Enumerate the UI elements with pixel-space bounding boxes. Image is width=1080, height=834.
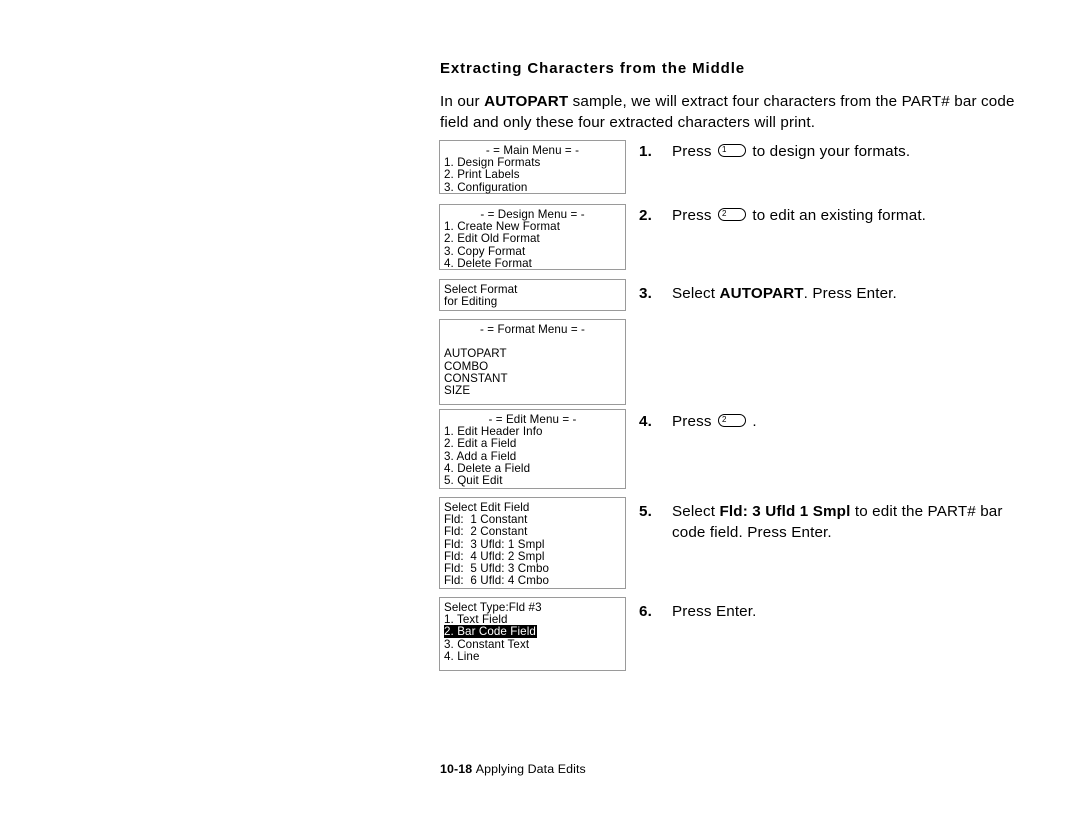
page-title: Extracting Characters from the Middle	[440, 60, 746, 77]
lcd-screen-main-menu: - = Main Menu = - 1. Design Formats 2. P…	[439, 140, 626, 194]
step-text-after-key: to design your formats.	[747, 143, 911, 160]
step-text-before-key: Press	[672, 413, 716, 430]
lcd-line: Fld: 2 Constant	[444, 525, 528, 539]
lcd-screen-edit-menu: - = Edit Menu = - 1. Edit Header Info 2.…	[439, 409, 626, 489]
step-body: Press Enter.	[672, 601, 1029, 622]
step-text-after-key: .	[747, 413, 757, 430]
step-item: 2. Press 2 to edit an existing format.	[639, 205, 1029, 226]
step-text: Press Enter.	[672, 603, 757, 620]
lcd-line: Fld: 3 Ufld: 1 Smpl	[444, 537, 545, 551]
key-icon: 2	[717, 414, 746, 427]
lcd-screen-format-menu: - = Format Menu = - AUTOPART COMBO CONST…	[439, 319, 626, 405]
step-number: 6.	[639, 603, 652, 620]
step-body: Select AUTOPART. Press Enter.	[672, 283, 1029, 304]
lcd-screen-select-edit-field: Select Edit Field Fld: 1 Constant Fld: 2…	[439, 497, 626, 589]
step-number: 5.	[639, 503, 652, 520]
lcd-line: 3. Configuration	[444, 180, 528, 194]
step-text-before-bold: Select	[672, 503, 720, 520]
footer-section-title: Applying Data Edits	[475, 762, 586, 776]
lcd-line: SIZE	[444, 384, 471, 397]
lcd-line: 3. Constant Text	[444, 637, 530, 651]
step-body: Press 1 to design your formats.	[672, 141, 1029, 162]
lcd-screen-design-menu: - = Design Menu = - 1. Create New Format…	[439, 204, 626, 270]
intro-text-before-bold: In our	[440, 93, 485, 110]
step-item: 6. Press Enter.	[639, 601, 1029, 622]
lcd-title: - = Format Menu = -	[480, 323, 585, 336]
step-bold-term: AUTOPART	[719, 285, 804, 302]
step-text-before-key: Press	[672, 207, 716, 224]
key-icon-label: 2	[721, 414, 727, 424]
lcd-line: 2. Edit Old Format	[444, 232, 540, 246]
lcd-line: Fld: 6 Ufld: 4 Cmbo	[444, 574, 550, 588]
step-number: 4.	[639, 413, 652, 430]
step-item: 1. Press 1 to design your formats.	[639, 141, 1029, 162]
step-item: 4. Press 2 .	[639, 411, 1029, 432]
lcd-selected-item: 2. Bar Code Field	[444, 625, 537, 639]
lcd-line: 4. Delete Format	[444, 256, 532, 270]
key-icon-label: 2	[721, 208, 727, 218]
key-icon: 1	[717, 144, 746, 157]
step-text-before-key: Press	[672, 143, 716, 160]
lcd-line: 4. Line	[444, 649, 480, 663]
lcd-line: 2. Edit a Field	[444, 437, 517, 451]
step-bold-term: Fld: 3 Ufld 1 Smpl	[719, 503, 851, 520]
step-number: 2.	[639, 207, 652, 224]
step-number: 1.	[639, 143, 652, 160]
step-body: Select Fld: 3 Ufld 1 Smpl to edit the PA…	[672, 501, 1029, 543]
lcd-line-highlighted: 2. Bar Code Field	[440, 625, 625, 639]
step-number: 3.	[639, 285, 652, 302]
document-page: Extracting Characters from the Middle In…	[0, 0, 1080, 834]
step-text-after-key: to edit an existing format.	[747, 207, 927, 224]
step-text-before-bold: Select	[672, 285, 720, 302]
step-item: 5. Select Fld: 3 Ufld 1 Smpl to edit the…	[639, 501, 1029, 543]
intro-bold-term: AUTOPART	[484, 93, 569, 110]
lcd-screen-select-type: Select Type:Fld #3 1. Text Field 2. Bar …	[439, 597, 626, 671]
step-body: Press 2 .	[672, 411, 1029, 432]
lcd-line: COMBO	[444, 359, 489, 373]
step-text-after-bold: . Press Enter.	[803, 285, 897, 302]
page-footer: 10-18 Applying Data Edits	[440, 762, 586, 776]
lcd-line: AUTOPART	[444, 347, 507, 361]
key-icon: 2	[717, 208, 746, 221]
lcd-screen-select-format: Select Format for Editing	[439, 279, 626, 311]
intro-paragraph: In our AUTOPART sample, we will extract …	[440, 91, 1018, 133]
step-item: 3. Select AUTOPART. Press Enter.	[639, 283, 1029, 304]
lcd-line: for Editing	[444, 295, 498, 309]
step-body: Press 2 to edit an existing format.	[672, 205, 1029, 226]
lcd-line: 5. Quit Edit	[444, 474, 503, 488]
footer-page-number: 10-18	[440, 762, 473, 776]
key-icon-label: 1	[721, 144, 727, 154]
lcd-line: 3. Add a Field	[444, 449, 517, 463]
lcd-line: 2. Print Labels	[444, 168, 520, 182]
lcd-line: 3. Copy Format	[444, 244, 526, 258]
